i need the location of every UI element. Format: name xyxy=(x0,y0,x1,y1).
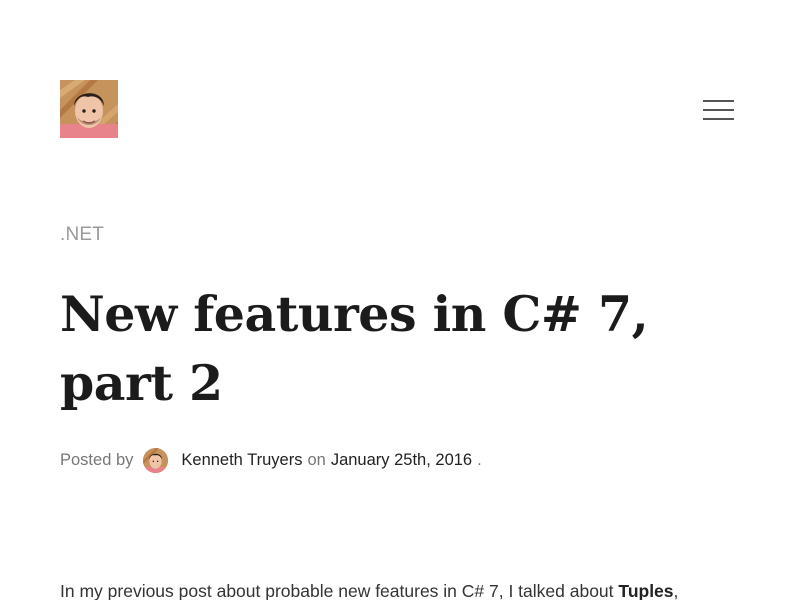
meta-trailing-period: . xyxy=(477,450,482,469)
hamburger-menu-icon[interactable] xyxy=(703,98,735,122)
intro-after: , xyxy=(673,581,679,600)
author-avatar-icon[interactable] xyxy=(143,447,169,473)
post-meta: Posted by Kenneth Truyers on January 25t… xyxy=(60,446,482,474)
post-intro-text: In my previous post about probable new f… xyxy=(60,578,760,600)
post-title: New features in C# 7, part 2 xyxy=(60,285,649,412)
menu-line-1 xyxy=(703,100,734,102)
on-label: on xyxy=(307,450,326,469)
intro-text: In my previous post about probable new f… xyxy=(60,581,614,600)
post-date: January 25th, 2016 xyxy=(330,450,473,469)
site-avatar-icon[interactable] xyxy=(60,80,118,138)
post-category-link[interactable]: .NET xyxy=(60,224,104,246)
menu-line-3 xyxy=(703,118,734,120)
posted-by-label: Posted by xyxy=(60,450,134,469)
site-header xyxy=(0,0,800,140)
menu-line-2 xyxy=(703,109,734,111)
intro-highlight: Tuples xyxy=(618,581,674,600)
author-name-link[interactable]: Kenneth Truyers xyxy=(181,451,302,470)
